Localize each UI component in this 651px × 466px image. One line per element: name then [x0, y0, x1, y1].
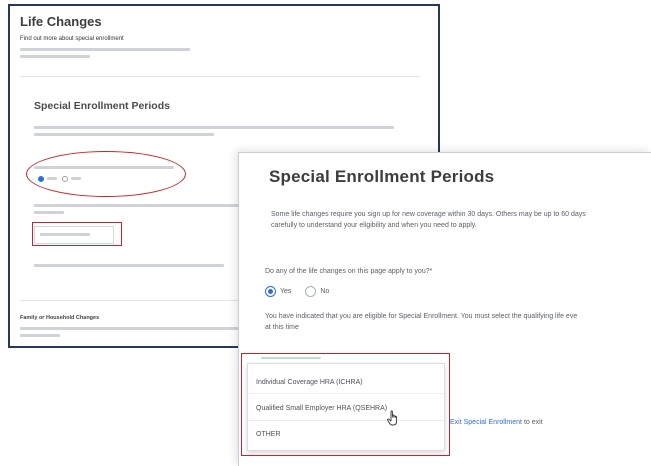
- exit-suffix: to exit: [523, 419, 543, 426]
- placeholder-text-line: [34, 133, 214, 136]
- annotation-box: [32, 222, 122, 246]
- life-change-question: Do any of the life changes on this page …: [265, 268, 433, 275]
- annotation-box: [241, 353, 450, 456]
- exit-text: Exit Special Enrollment to exit: [450, 419, 543, 426]
- eligibility-line: at this time: [265, 324, 299, 331]
- exit-special-enrollment-link[interactable]: Exit Special Enrollment: [450, 419, 522, 426]
- zoomed-screenshot-panel: Special Enrollment Periods Some life cha…: [238, 152, 651, 466]
- radio-no-label[interactable]: No: [320, 288, 329, 295]
- radio-selected-icon[interactable]: [265, 286, 276, 297]
- page-title: Life Changes: [20, 14, 102, 29]
- placeholder-text-line: [34, 264, 224, 267]
- annotation-oval: [26, 151, 186, 197]
- eligibility-line: You have indicated that you are eligible…: [265, 313, 578, 320]
- divider: [20, 76, 420, 77]
- section-description: Some life changes require you sign up fo…: [271, 209, 651, 231]
- eligibility-notice: You have indicated that you are eligible…: [265, 311, 651, 333]
- family-section-heading: Family or Household Changes: [20, 315, 100, 321]
- life-change-radio-group: Yes No: [265, 286, 329, 297]
- placeholder-text-line: [34, 211, 64, 214]
- radio-unselected-icon[interactable]: [305, 286, 317, 297]
- description-line: Some life changes require you sign up fo…: [271, 211, 586, 218]
- description-line: carefully to understand your eligibility…: [271, 222, 477, 229]
- placeholder-text-line: [20, 334, 60, 337]
- placeholder-text-line: [20, 48, 190, 51]
- page-subtitle-link[interactable]: Find out more about special enrollment: [20, 36, 124, 42]
- placeholder-text-line: [34, 204, 264, 207]
- placeholder-text-line: [34, 126, 394, 129]
- placeholder-text-line: [20, 55, 90, 58]
- placeholder-text-line: [20, 327, 240, 330]
- section-heading: Special Enrollment Periods: [269, 167, 495, 186]
- section-heading: Special Enrollment Periods: [34, 100, 170, 112]
- radio-yes-label[interactable]: Yes: [280, 288, 291, 295]
